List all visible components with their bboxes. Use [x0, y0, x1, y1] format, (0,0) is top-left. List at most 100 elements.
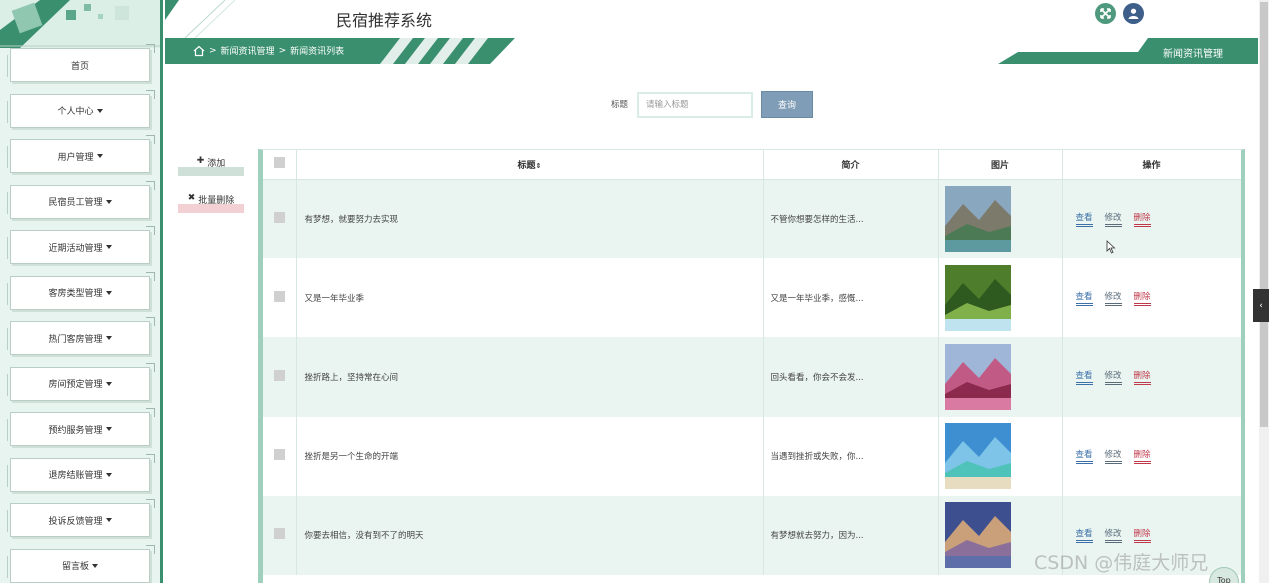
row-checkbox[interactable] — [273, 449, 285, 461]
row-checkbox-cell[interactable] — [263, 337, 297, 417]
sidebar-item-label: 用户管理 — [57, 152, 94, 163]
sidebar-item-10[interactable]: 投诉反馈管理 — [7, 499, 155, 537]
sidebar-item-label: 预约服务管理 — [48, 425, 103, 436]
edit-button[interactable]: 修改 — [1104, 211, 1122, 227]
caret-down-icon — [96, 108, 103, 113]
sidebar-item-label: 客房类型管理 — [48, 289, 103, 299]
app-root: 首页个人中心用户管理民宿员工管理近期活动管理客房类型管理 热门客房管理 房间预定管理… — [0, 0, 1269, 583]
caret-down-icon — [92, 563, 98, 568]
canyon-river-thumbnail — [944, 185, 1011, 252]
row-checkbox-cell[interactable] — [263, 416, 297, 496]
sidebar-item-11[interactable]: 留言板 — [7, 544, 155, 583]
sidebar: 首页个人中心用户管理民宿员工管理近期活动管理客房类型管理 热门客房管理 房间预定管理… — [0, 0, 163, 583]
row-image — [938, 416, 1063, 496]
sidebar-item-label: 退房结账管理 — [48, 471, 103, 481]
row-image — [938, 258, 1063, 338]
row-image — [938, 179, 1063, 259]
column-header-image: 图片 — [938, 150, 1063, 180]
news-table-container: 标题⇕ 简介 图片 操作 有梦想，就要努力去实现 不管你想要怎样的生活... 查… — [258, 149, 1245, 583]
table-row: 挫折路上，坚持常在心间 回头看看，你会不会发... 查看 修改 删除 — [263, 337, 1241, 417]
mouse-cursor-icon — [1106, 240, 1116, 254]
sidebar-item-3[interactable]: 民宿员工管理 — [7, 180, 155, 219]
sidebar-item-label: 留言板 — [61, 562, 89, 572]
column-header-title[interactable]: 标题⇕ — [296, 150, 764, 180]
sidebar-menu: 首页个人中心用户管理民宿员工管理近期活动管理客房类型管理 热门客房管理 房间预定管理… — [7, 44, 155, 583]
row-intro: 有梦想就去努力，因为... — [763, 495, 939, 575]
sidebar-item-8[interactable]: 预约服务管理 — [7, 408, 155, 446]
row-checkbox-cell[interactable] — [263, 258, 297, 338]
add-button[interactable]: ✚ 添加 — [178, 156, 244, 176]
delete-button[interactable]: 删除 — [1133, 211, 1151, 227]
news-table: 标题⇕ 简介 图片 操作 有梦想，就要努力去实现 不管你想要怎样的生活... 查… — [263, 150, 1241, 575]
view-button[interactable]: 查看 — [1075, 211, 1093, 227]
search-title-input[interactable] — [637, 92, 753, 118]
watermark: CSDN @伟庭大师兄 — [1034, 552, 1209, 574]
batch-delete-button[interactable]: ✖ 批量删除 — [178, 193, 244, 213]
sidebar-item-5[interactable]: 客房类型管理 — [7, 271, 155, 310]
row-checkbox[interactable] — [273, 369, 285, 381]
caret-down-icon — [96, 154, 103, 158]
header-decoration — [165, 0, 236, 38]
delete-button[interactable]: 删除 — [1133, 527, 1151, 544]
fullscreen-icon[interactable] — [1095, 3, 1116, 24]
sidebar-logo-decoration — [0, 0, 160, 48]
delete-button[interactable]: 删除 — [1133, 448, 1151, 465]
caret-down-icon — [105, 518, 112, 522]
chevron-left-icon[interactable]: ‹ — [1253, 289, 1269, 322]
row-checkbox-cell[interactable] — [263, 495, 297, 575]
breadcrumb-separator: > — [278, 45, 287, 56]
view-button[interactable]: 查看 — [1075, 290, 1093, 306]
edit-button[interactable]: 修改 — [1104, 369, 1122, 385]
edit-button[interactable]: 修改 — [1104, 527, 1122, 544]
sidebar-item-label: 民宿员工管理 — [48, 198, 103, 208]
search-button[interactable]: 查询 — [761, 91, 813, 118]
sidebar-item-6[interactable]: 热门客房管理 — [7, 317, 155, 355]
view-button[interactable]: 查看 — [1075, 448, 1093, 465]
caret-down-icon — [105, 199, 112, 204]
sidebar-item-label: 热门客房管理 — [48, 334, 103, 345]
sidebar-item-label: 房间预定管理 — [48, 380, 103, 390]
row-image — [938, 337, 1063, 417]
row-checkbox-cell[interactable] — [263, 179, 297, 259]
view-button[interactable]: 查看 — [1075, 369, 1093, 385]
sort-icon[interactable]: ⇕ — [536, 162, 542, 170]
row-checkbox[interactable] — [273, 290, 285, 302]
caret-down-icon — [105, 290, 112, 295]
scrollbar-thumb[interactable] — [1260, 2, 1268, 427]
edit-button[interactable]: 修改 — [1104, 448, 1122, 465]
sidebar-item-0[interactable]: 首页 — [7, 44, 155, 82]
select-all-checkbox-cell[interactable] — [263, 150, 297, 180]
pink-tree-thumbnail — [944, 343, 1011, 410]
view-button[interactable]: 查看 — [1075, 527, 1093, 544]
breadcrumb: > 新闻资讯管理 > 新闻资讯列表 — [193, 44, 344, 57]
caret-down-icon — [105, 427, 112, 431]
row-checkbox[interactable] — [273, 528, 285, 540]
select-all-checkbox[interactable] — [273, 157, 285, 169]
table-row: 又是一年毕业季 又是一年毕业季，感慨... 查看 修改 删除 — [263, 258, 1241, 338]
row-actions: 查看 修改 删除 — [1062, 179, 1241, 259]
row-title: 挫折路上，坚持常在心间 — [296, 337, 764, 417]
row-intro: 当遇到挫折或失败，你... — [763, 416, 939, 496]
sidebar-item-9[interactable]: 退房结账管理 — [7, 453, 155, 492]
sidebar-item-7[interactable]: 房间预定管理 — [7, 362, 155, 401]
delete-button[interactable]: 删除 — [1133, 290, 1151, 306]
caret-down-icon — [105, 472, 112, 477]
breadcrumb-item-news-manage[interactable]: 新闻资讯管理 — [221, 44, 275, 57]
caret-down-icon — [105, 336, 112, 340]
edit-button[interactable]: 修改 — [1104, 290, 1122, 306]
table-row: 有梦想，就要努力去实现 不管你想要怎样的生活... 查看 修改 删除 — [263, 179, 1241, 259]
home-icon[interactable] — [193, 45, 205, 57]
column-title-label: 标题 — [517, 160, 536, 171]
row-checkbox[interactable] — [273, 211, 285, 223]
row-title: 又是一年毕业季 — [296, 258, 764, 338]
search-title-label: 标题 — [611, 100, 629, 110]
table-header-row: 标题⇕ 简介 图片 操作 — [263, 150, 1241, 180]
sidebar-item-4[interactable]: 近期活动管理 — [7, 226, 155, 264]
delete-button[interactable]: 删除 — [1133, 369, 1151, 385]
row-title: 有梦想，就要努力去实现 — [296, 179, 764, 259]
sidebar-item-1[interactable]: 个人中心 — [7, 89, 155, 128]
row-intro: 回头看看，你会不会发... — [763, 337, 939, 417]
table-row: 挫折是另一个生命的开端 当遇到挫折或失败，你... 查看 修改 删除 — [263, 416, 1241, 496]
user-avatar-icon[interactable] — [1123, 3, 1144, 24]
sidebar-item-2[interactable]: 用户管理 — [7, 135, 155, 173]
